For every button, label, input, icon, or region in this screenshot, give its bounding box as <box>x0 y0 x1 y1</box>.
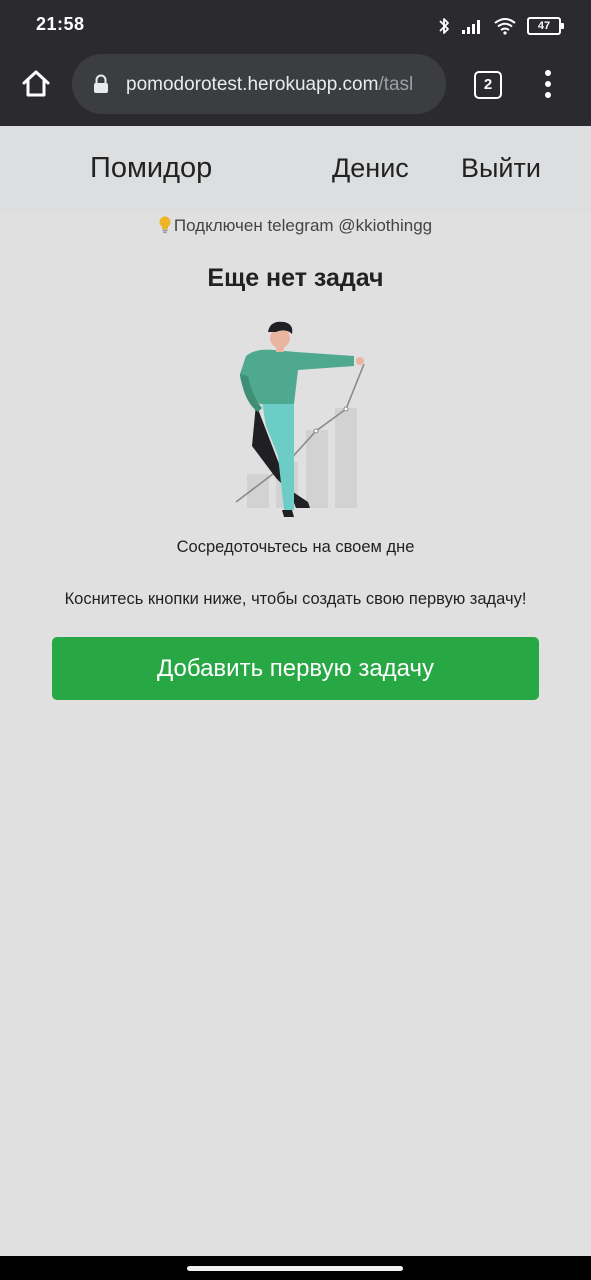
wifi-icon <box>494 18 516 35</box>
battery-icon: 47 <box>527 17 564 35</box>
focus-caption: Сосредоточьтесь на своем дне <box>176 538 415 556</box>
tab-count: 2 <box>483 76 493 93</box>
telegram-status-text: Подключен telegram @kkiothingg <box>173 216 433 235</box>
bluetooth-icon <box>439 18 449 34</box>
logout-link[interactable]: Выйти <box>461 153 541 184</box>
gesture-handle[interactable] <box>187 1266 403 1271</box>
lightbulb-icon <box>159 216 171 234</box>
more-menu-icon[interactable] <box>538 68 558 100</box>
add-first-task-button[interactable]: Добавить первую задачу <box>52 637 539 700</box>
url-text: pomodorotest.herokuapp.com/tasl <box>126 74 413 96</box>
battery-level: 47 <box>537 20 551 32</box>
url-path: /tasl <box>378 74 414 95</box>
url-host: pomodorotest.herokuapp.com <box>126 74 379 95</box>
empty-state-title: Еще нет задач <box>207 264 384 292</box>
lock-icon <box>94 74 108 93</box>
browser-toolbar: pomodorotest.herokuapp.com/tasl 2 <box>0 52 591 126</box>
user-name-link[interactable]: Денис <box>332 153 409 184</box>
status-time: 21:58 <box>36 14 85 34</box>
signal-icon <box>462 20 480 34</box>
brand-link[interactable]: Помидор <box>90 152 212 185</box>
home-icon[interactable] <box>20 68 52 100</box>
status-bar: 21:58 47 <box>0 0 591 52</box>
system-navigation-bar <box>0 1256 591 1280</box>
tab-switcher-button[interactable]: 2 <box>474 71 502 99</box>
address-bar[interactable]: pomodorotest.herokuapp.com/tasl <box>72 54 446 114</box>
growth-chart-illustration <box>235 321 365 517</box>
hint-caption: Коснитесь кнопки ниже, чтобы создать сво… <box>64 590 527 608</box>
status-icons: 47 <box>437 14 564 38</box>
app-navbar: Помидор Денис Выйти <box>0 126 591 214</box>
telegram-status: Подключен telegram @kkiothingg <box>0 216 591 236</box>
